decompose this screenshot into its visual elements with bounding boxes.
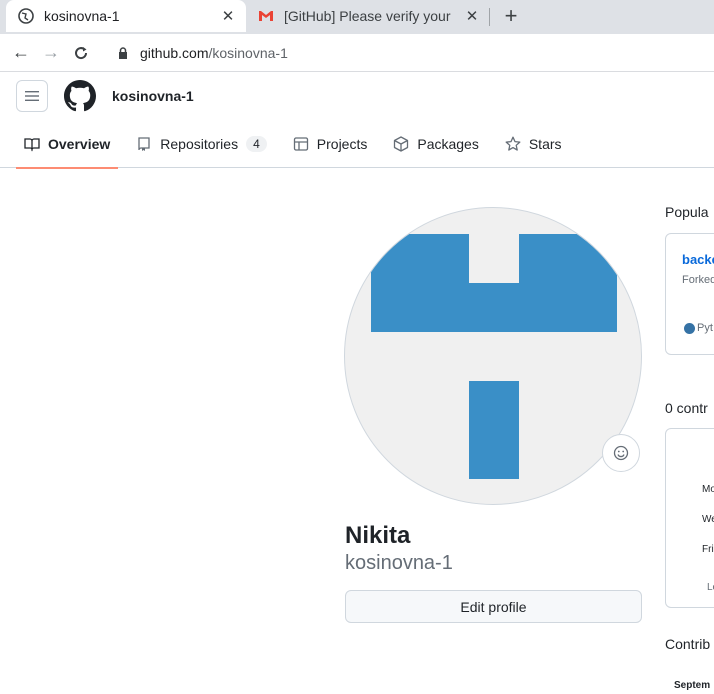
forward-arrow-icon[interactable]: → (36, 38, 66, 68)
profile-tabs: Overview Repositories 4 Projects Package… (0, 121, 714, 169)
repo-count-badge: 4 (246, 136, 267, 152)
repo-language: Pyt (697, 322, 713, 334)
browser-toolbar: ← → github.com/kosinovna-1 (0, 34, 714, 72)
month-label: Septem (674, 680, 711, 691)
header-username[interactable]: kosinovna-1 (112, 88, 194, 104)
globe-icon (18, 8, 34, 24)
edit-profile-button[interactable]: Edit profile (345, 590, 642, 623)
browser-tab-profile[interactable]: kosinovna-1 ✕ (6, 0, 246, 32)
contribution-activity-heading: Contrib (665, 636, 711, 652)
language-color-dot (684, 323, 695, 334)
learn-link[interactable]: Le (707, 582, 714, 593)
profile-name: Nikita (345, 522, 411, 549)
address-bar[interactable]: github.com/kosinovna-1 (118, 45, 288, 61)
browser-tab-gmail[interactable]: [GitHub] Please verify your ✕ (252, 0, 490, 32)
day-label: We (702, 514, 714, 525)
close-tab-icon[interactable]: ✕ (216, 7, 240, 25)
back-arrow-icon[interactable]: ← (6, 38, 36, 68)
book-icon (24, 138, 40, 152)
hamburger-icon (25, 91, 39, 101)
tab-label: Stars (528, 136, 562, 152)
new-tab-button[interactable]: + (499, 3, 523, 29)
url-host: github.com (140, 44, 209, 61)
close-tab-icon[interactable]: ✕ (460, 7, 484, 25)
gmail-icon (258, 8, 274, 24)
identicon-block (469, 283, 519, 332)
tab-label: Projects (316, 136, 368, 152)
tab-title: [GitHub] Please verify your (284, 8, 451, 24)
browser-tab-strip: kosinovna-1 ✕ [GitHub] Please verify you… (0, 0, 714, 34)
smiley-icon (613, 445, 629, 461)
repo-link[interactable]: backe (682, 252, 714, 267)
identicon-image (371, 234, 617, 479)
day-label: Mo (702, 484, 714, 495)
menu-button[interactable] (16, 80, 48, 112)
tab-packages[interactable]: Packages (385, 121, 486, 168)
contributions-heading: 0 contr (665, 400, 708, 416)
url-path: /kosinovna-1 (208, 44, 288, 61)
tab-repositories[interactable]: Repositories 4 (128, 121, 275, 168)
table-icon (293, 137, 308, 151)
repo-icon (138, 137, 150, 151)
identicon-block (469, 381, 519, 479)
popular-repos-heading: Popula (665, 204, 709, 220)
tab-title: kosinovna-1 (44, 8, 120, 24)
tab-stars[interactable]: Stars (497, 121, 570, 168)
github-logo-icon[interactable] (64, 80, 96, 112)
profile-login: kosinovna-1 (345, 552, 453, 574)
reload-icon[interactable] (66, 38, 96, 68)
tab-overview[interactable]: Overview (16, 121, 119, 169)
github-header: kosinovna-1 (0, 73, 714, 119)
set-status-button[interactable] (602, 434, 640, 472)
tab-projects[interactable]: Projects (285, 121, 376, 168)
tab-label: Overview (48, 136, 111, 152)
tab-label: Repositories (160, 136, 239, 152)
star-icon (505, 136, 521, 151)
avatar[interactable] (344, 207, 642, 505)
identicon-block (519, 234, 617, 332)
repo-fork-note: Forked (682, 274, 714, 286)
identicon-block (371, 234, 469, 332)
lock-icon (118, 46, 132, 59)
tab-divider (489, 8, 490, 26)
day-label: Fri (702, 544, 714, 555)
package-icon (394, 136, 409, 152)
tab-label: Packages (417, 136, 479, 152)
